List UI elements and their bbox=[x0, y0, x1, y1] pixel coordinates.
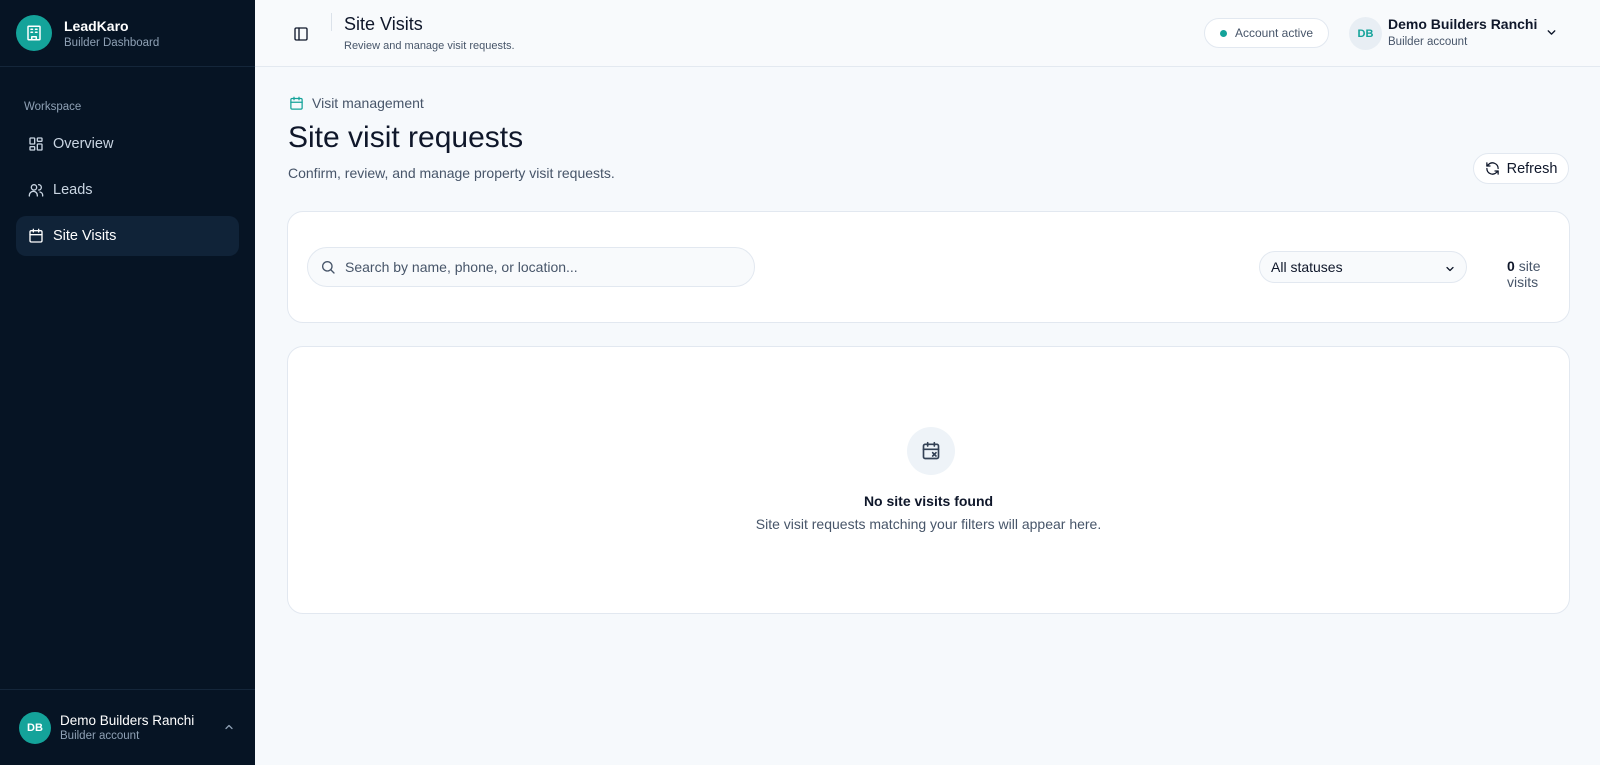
sidebar-item-leads[interactable]: Leads bbox=[16, 170, 239, 210]
header-user-menu[interactable]: Demo Builders Ranchi Builder account bbox=[1388, 16, 1537, 48]
empty-state-description: Site visit requests matching your filter… bbox=[755, 516, 1102, 532]
calendar-icon bbox=[290, 96, 303, 110]
sidebar-user-menu[interactable]: DB Demo Builders Ranchi Builder account bbox=[0, 689, 255, 765]
search-input[interactable] bbox=[345, 259, 725, 275]
avatar: DB bbox=[19, 711, 51, 744]
chevron-down-icon bbox=[1446, 266, 1454, 272]
sidebar-user-name: Demo Builders Ranchi bbox=[60, 713, 195, 728]
status-filter-value: All statuses bbox=[1271, 259, 1343, 275]
sidebar-item-site-visits[interactable]: Site Visits bbox=[16, 216, 239, 256]
grid-icon bbox=[29, 137, 43, 151]
calendar-x-icon bbox=[907, 427, 955, 475]
header-subtitle: Review and manage visit requests. bbox=[344, 40, 515, 52]
header-user-role: Builder account bbox=[1388, 36, 1468, 48]
page-description: Confirm, review, and manage property vis… bbox=[288, 165, 615, 181]
header-user-name: Demo Builders Ranchi bbox=[1388, 16, 1538, 32]
header-title: Site Visits bbox=[344, 14, 423, 34]
header-divider bbox=[331, 13, 332, 31]
search-box[interactable] bbox=[307, 247, 755, 287]
filter-card: All statuses 0 site visits bbox=[287, 211, 1570, 323]
breadcrumb: Visit management bbox=[289, 95, 424, 111]
refresh-icon bbox=[1485, 162, 1499, 175]
avatar[interactable]: DB bbox=[1349, 17, 1382, 50]
users-icon bbox=[28, 184, 44, 197]
status-filter-select[interactable]: All statuses bbox=[1259, 251, 1467, 283]
brand-subtitle: Builder Dashboard bbox=[64, 36, 160, 49]
status-dot bbox=[1219, 29, 1227, 37]
chevron-up-icon bbox=[225, 724, 233, 730]
panel-left-icon bbox=[294, 27, 308, 41]
brand[interactable]: LeadKaro Builder Dashboard bbox=[0, 0, 255, 67]
sidebar-section-label: Workspace bbox=[24, 101, 82, 113]
empty-state-card: No site visits found Site visit requests… bbox=[287, 346, 1570, 614]
sidebar-toggle-button[interactable] bbox=[291, 24, 311, 44]
search-icon bbox=[322, 261, 335, 274]
top-header: Site Visits Review and manage visit requ… bbox=[255, 0, 1600, 67]
visit-count: 0 site visits bbox=[1507, 258, 1569, 290]
sidebar: LeadKaro Builder Dashboard Workspace Ove… bbox=[0, 0, 255, 765]
sidebar-item-overview[interactable]: Overview bbox=[16, 124, 239, 164]
visit-count-number: 0 bbox=[1507, 258, 1515, 274]
calendar-icon bbox=[29, 228, 43, 243]
refresh-button-label: Refresh bbox=[1506, 160, 1558, 177]
breadcrumb-label: Visit management bbox=[312, 95, 424, 111]
account-status-label: Account active bbox=[1234, 26, 1314, 40]
sidebar-user-role: Builder account bbox=[60, 730, 140, 742]
account-status-badge: Account active bbox=[1204, 18, 1329, 48]
sidebar-item-label: Overview bbox=[53, 136, 114, 152]
main-content: Visit management Site visit requests Con… bbox=[255, 67, 1600, 765]
building-icon bbox=[16, 15, 52, 51]
sidebar-nav: Overview Leads Site Visits bbox=[16, 124, 239, 262]
brand-name: LeadKaro bbox=[64, 17, 129, 34]
chevron-down-icon[interactable] bbox=[1545, 26, 1558, 39]
sidebar-item-label: Site Visits bbox=[53, 228, 117, 244]
empty-state-title: No site visits found bbox=[863, 493, 994, 509]
page-title: Site visit requests bbox=[288, 121, 524, 154]
refresh-button[interactable]: Refresh bbox=[1473, 153, 1569, 184]
sidebar-item-label: Leads bbox=[53, 182, 93, 198]
